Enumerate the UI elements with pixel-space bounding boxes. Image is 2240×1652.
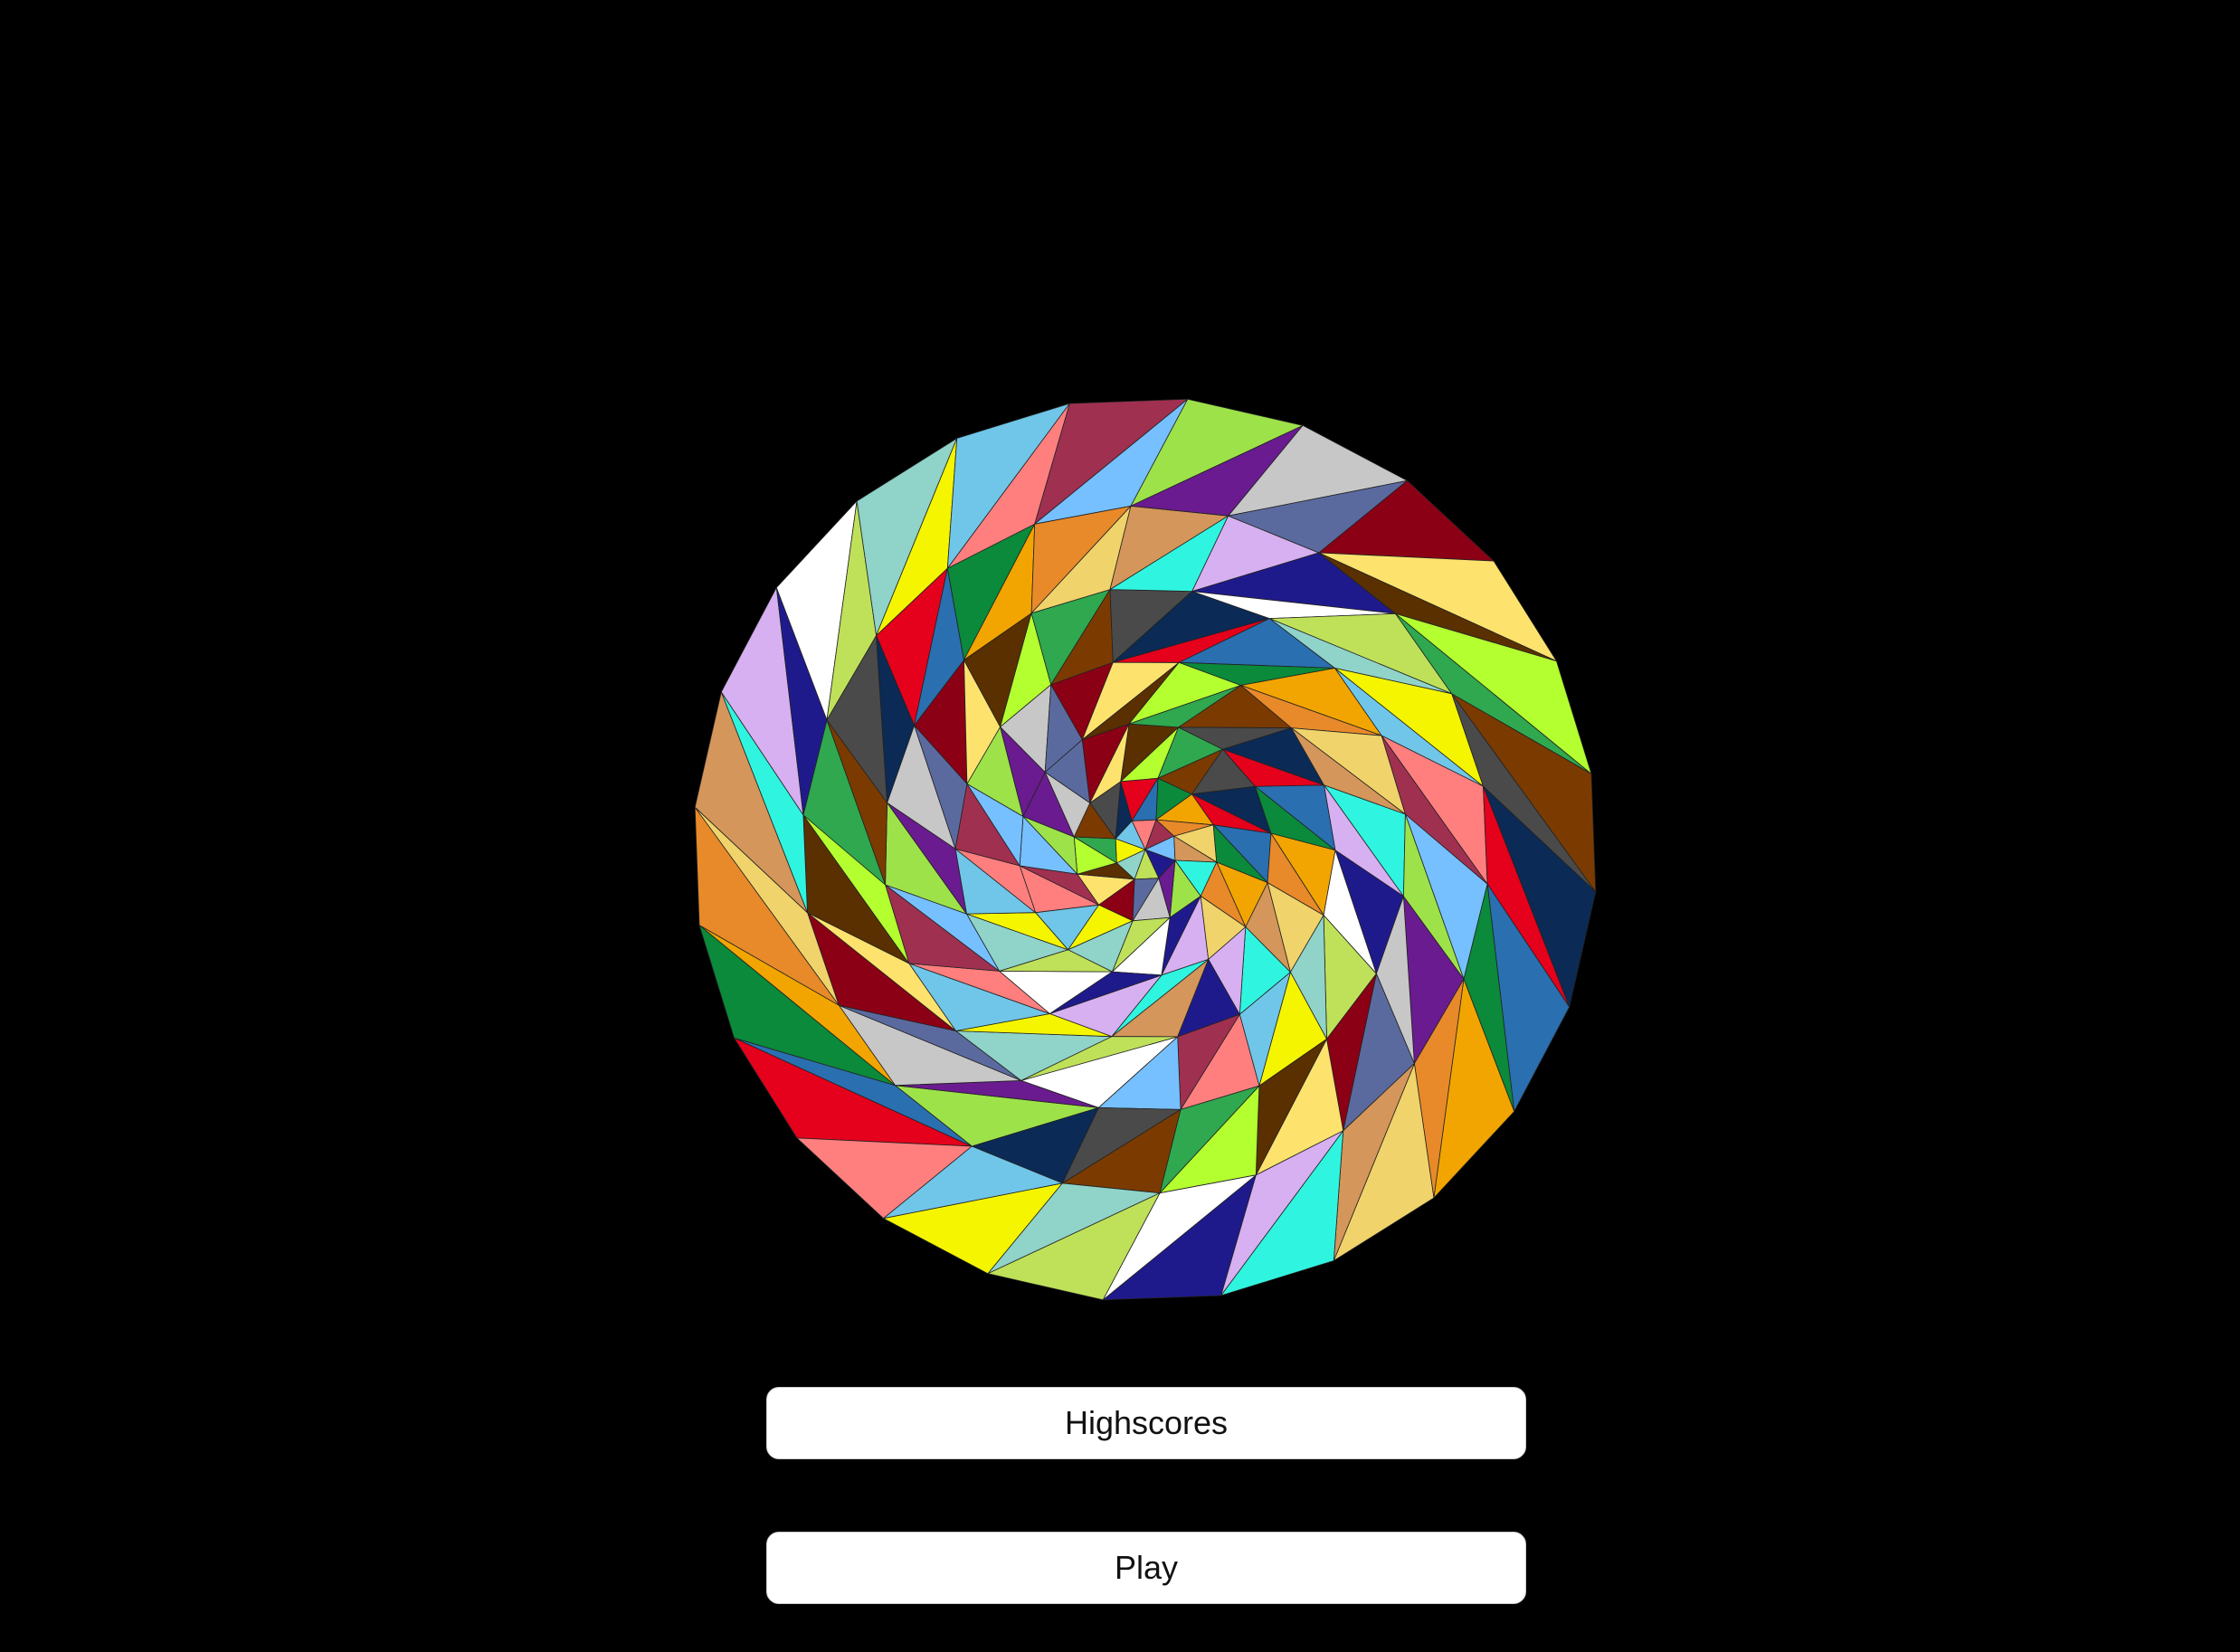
highscores-button[interactable]: Highscores <box>766 1387 1526 1459</box>
game-menu-screen: { "background_color": "#000000", "logo":… <box>0 0 2240 1652</box>
play-button[interactable]: Play <box>766 1532 1526 1604</box>
faceted-sphere-logo <box>694 398 1597 1301</box>
